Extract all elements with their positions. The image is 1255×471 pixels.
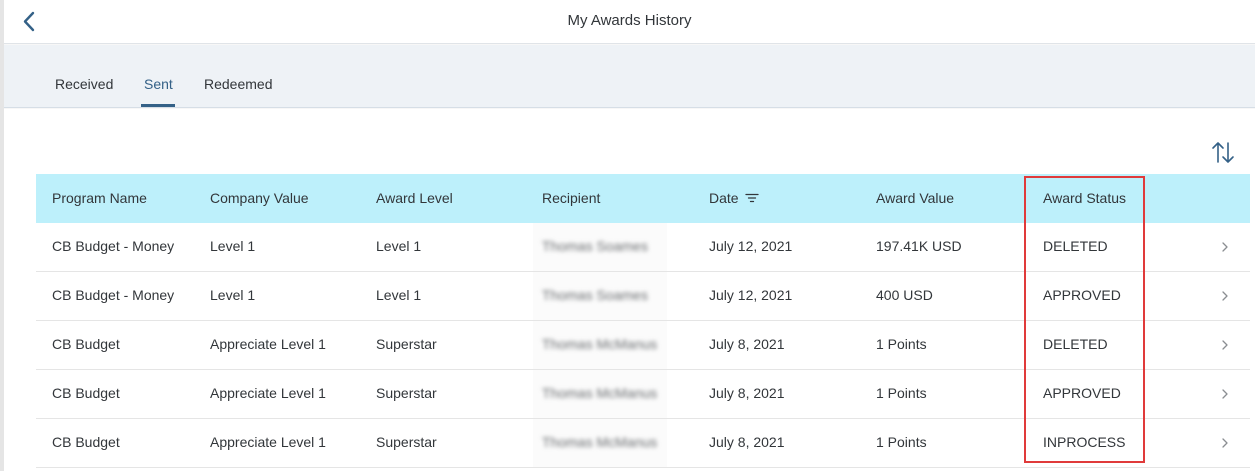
table-row[interactable]: CB Budget Appreciate Level 1 Superstar T… <box>36 419 1250 468</box>
cell-recipient: Thomas Soames <box>542 238 648 254</box>
cell-company-value: Appreciate Level 1 <box>210 336 326 352</box>
active-tab-indicator <box>141 104 175 107</box>
cell-award-value: 400 USD <box>876 287 933 303</box>
cell-recipient: Thomas McManus <box>542 336 658 352</box>
chevron-right-icon <box>1222 389 1228 399</box>
chevron-right-icon <box>1222 438 1228 448</box>
table-row[interactable]: CB Budget Appreciate Level 1 Superstar T… <box>36 321 1250 370</box>
cell-recipient: Thomas Soames <box>542 287 648 303</box>
cell-status: APPROVED <box>1043 385 1121 401</box>
cell-program: CB Budget <box>52 336 120 352</box>
cell-program: CB Budget <box>52 434 120 450</box>
cell-award-value: 1 Points <box>876 434 927 450</box>
column-header-date-label: Date <box>709 190 739 206</box>
cell-status: APPROVED <box>1043 287 1121 303</box>
sort-button[interactable] <box>1206 138 1240 168</box>
page-header: My Awards History <box>4 0 1255 44</box>
awards-table: Program Name Company Value Award Level R… <box>36 174 1250 468</box>
cell-date: July 8, 2021 <box>709 434 785 450</box>
cell-program: CB Budget - Money <box>52 238 175 254</box>
cell-recipient: Thomas McManus <box>542 434 658 450</box>
tab-received[interactable]: Received <box>55 76 113 92</box>
cell-award-value: 1 Points <box>876 336 927 352</box>
cell-company-value: Level 1 <box>210 238 256 254</box>
chevron-right-icon <box>1222 291 1228 301</box>
filter-lines-icon <box>744 194 759 203</box>
page-title: My Awards History <box>567 12 692 29</box>
tab-sent[interactable]: Sent <box>144 76 173 92</box>
column-header-award-value: Award Value <box>876 190 955 206</box>
cell-program: CB Budget - Money <box>52 287 175 303</box>
cell-company-value: Appreciate Level 1 <box>210 434 326 450</box>
tab-redeemed[interactable]: Redeemed <box>204 76 273 92</box>
cell-award-level: Superstar <box>376 434 437 450</box>
cell-status: DELETED <box>1043 238 1108 254</box>
cell-recipient: Thomas McManus <box>542 385 658 401</box>
table-row[interactable]: CB Budget Appreciate Level 1 Superstar T… <box>36 370 1250 419</box>
table-row[interactable]: CB Budget - Money Level 1 Level 1 Thomas… <box>36 272 1250 321</box>
cell-award-level: Superstar <box>376 385 437 401</box>
cell-company-value: Level 1 <box>210 287 256 303</box>
cell-status: INPROCESS <box>1043 434 1126 450</box>
cell-award-level: Superstar <box>376 336 437 352</box>
cell-date: July 8, 2021 <box>709 385 785 401</box>
sort-arrows-icon <box>1212 142 1234 163</box>
cell-date: July 12, 2021 <box>709 287 793 303</box>
table-row[interactable]: CB Budget - Money Level 1 Level 1 Thomas… <box>36 223 1250 272</box>
cell-status: DELETED <box>1043 336 1108 352</box>
column-header-company-value: Company Value <box>210 190 309 206</box>
column-header-program-name: Program Name <box>52 190 147 206</box>
cell-award-value: 1 Points <box>876 385 927 401</box>
column-header-date[interactable]: Date <box>709 190 759 206</box>
table-header-row: Program Name Company Value Award Level R… <box>36 174 1250 223</box>
cell-date: July 12, 2021 <box>709 238 793 254</box>
tab-bar: Received Sent Redeemed <box>4 45 1255 108</box>
column-header-award-level: Award Level <box>376 190 453 206</box>
chevron-right-icon <box>1222 242 1228 252</box>
chevron-right-icon <box>1222 340 1228 350</box>
column-header-recipient: Recipient <box>542 190 601 206</box>
cell-date: July 8, 2021 <box>709 336 785 352</box>
cell-company-value: Appreciate Level 1 <box>210 385 326 401</box>
cell-award-value: 197.41K USD <box>876 238 962 254</box>
column-header-award-status: Award Status <box>1043 190 1127 206</box>
cell-award-level: Level 1 <box>376 287 422 303</box>
cell-award-level: Level 1 <box>376 238 422 254</box>
cell-program: CB Budget <box>52 385 120 401</box>
